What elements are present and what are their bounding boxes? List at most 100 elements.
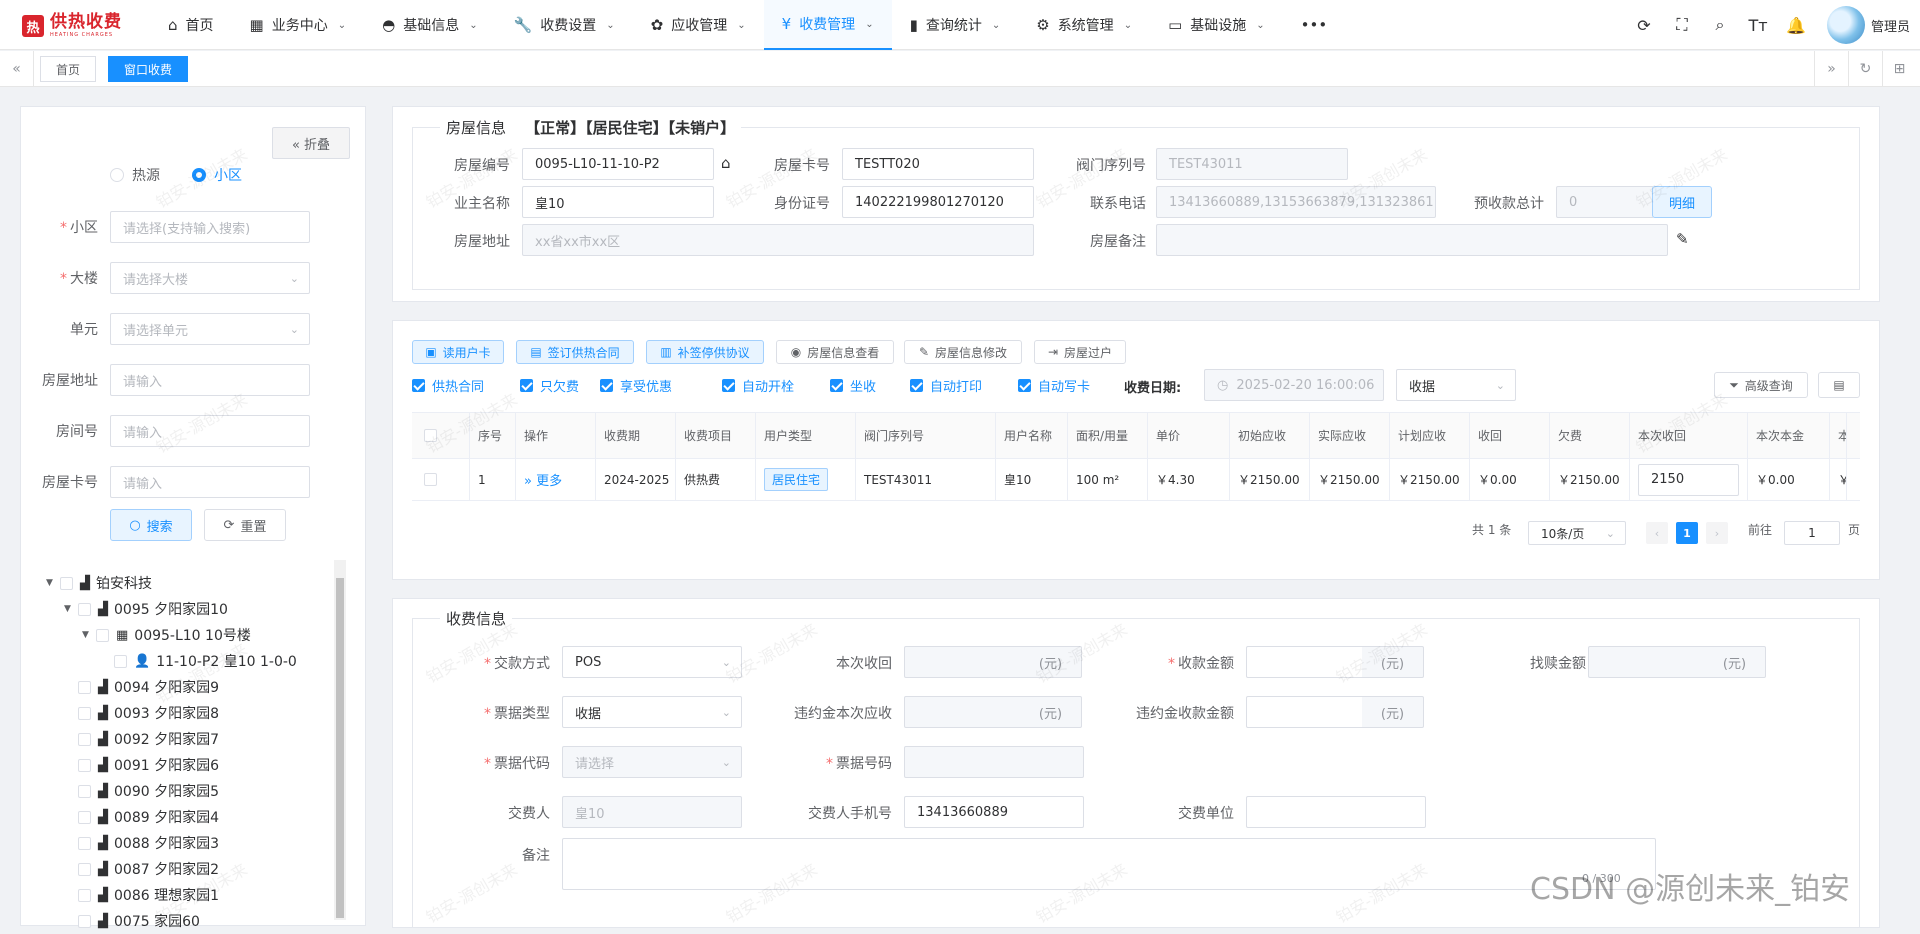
bill-code-select[interactable]: 请选择 ⌄ bbox=[562, 746, 742, 778]
radio-circle[interactable] bbox=[110, 168, 124, 182]
nav-item-4[interactable]: ✿ 应收管理 ⌄ bbox=[633, 0, 764, 50]
caret-down-icon[interactable]: ▼ bbox=[64, 604, 78, 614]
tree-node[interactable]: ▼ ▦ 0095-L10 10号楼 bbox=[82, 622, 251, 648]
filter-input-5[interactable]: 请输入 bbox=[110, 466, 310, 498]
filter-input-4[interactable]: 请输入 bbox=[110, 415, 310, 447]
bill-type-select[interactable]: 收据 ⌄ bbox=[562, 696, 742, 728]
tree-checkbox[interactable] bbox=[78, 758, 91, 772]
page-size-select[interactable]: 10条/页 ⌄ bbox=[1528, 521, 1626, 545]
next-page-button[interactable]: › bbox=[1706, 522, 1728, 544]
checkbox-option[interactable]: 享受优惠 bbox=[600, 376, 672, 395]
tree-node[interactable]: ▟ 0086 理想家园1 bbox=[64, 882, 219, 908]
tree-checkbox[interactable] bbox=[78, 706, 91, 720]
checkbox-checked[interactable] bbox=[910, 379, 923, 392]
fullscreen-icon[interactable]: ⛶ bbox=[1663, 15, 1701, 35]
goto-page-input[interactable]: 1 bbox=[1784, 521, 1840, 545]
page-1-button[interactable]: 1 bbox=[1676, 522, 1698, 544]
tree-checkbox[interactable] bbox=[96, 628, 109, 642]
filter-input-1[interactable]: 请选择大楼 ⌄ bbox=[110, 262, 310, 294]
checkbox-checked[interactable] bbox=[520, 379, 533, 392]
payer-phone-input[interactable]: 13413660889 bbox=[904, 796, 1084, 828]
select-all-checkbox[interactable] bbox=[424, 429, 437, 442]
view-house-button[interactable]: ◉ 房屋信息查看 bbox=[776, 340, 894, 364]
tree-node[interactable]: ▟ 0089 夕阳家园4 bbox=[64, 804, 219, 830]
table-cell[interactable] bbox=[412, 459, 470, 500]
radio-community[interactable]: 小区 bbox=[192, 165, 242, 185]
checkbox-checked[interactable] bbox=[1018, 379, 1031, 392]
tree-checkbox[interactable] bbox=[78, 810, 91, 824]
tree-node[interactable]: ▟ 0091 夕阳家园6 bbox=[64, 752, 219, 778]
transfer-house-button[interactable]: ⇥ 房屋过户 bbox=[1034, 340, 1126, 364]
nav-item-6[interactable]: ▮ 查询统计 ⌄ bbox=[892, 0, 1019, 50]
nav-item-1[interactable]: ▦ 业务中心 ⌄ bbox=[232, 0, 365, 50]
edit-house-button[interactable]: ✎ 房屋信息修改 bbox=[904, 340, 1022, 364]
sign-contract-button[interactable]: ▤ 签订供热合同 bbox=[516, 340, 634, 364]
tree-node[interactable]: ▟ 0087 夕阳家园2 bbox=[64, 856, 219, 882]
filter-input-2[interactable]: 请选择单元 ⌄ bbox=[110, 313, 310, 345]
checkbox-checked[interactable] bbox=[600, 379, 613, 392]
logo[interactable]: 热 供热收费 HEATING CHARGES bbox=[22, 14, 122, 38]
house-search-icon[interactable]: ⌂ bbox=[721, 154, 731, 172]
tree-node[interactable]: ▟ 0090 夕阳家园5 bbox=[64, 778, 219, 804]
house-no-field[interactable]: 0095-L10-11-10-P2 bbox=[522, 148, 714, 180]
tree-scroll-thumb[interactable] bbox=[336, 578, 344, 918]
checkbox-option[interactable]: 自动打印 bbox=[910, 376, 982, 395]
tree-node[interactable]: ▼ ▟ 0095 夕阳家园10 bbox=[64, 596, 228, 622]
tree-node[interactable]: 👤 11-10-P2 皇10 1-0-0 bbox=[100, 648, 297, 674]
pay-method-select[interactable]: POS ⌄ bbox=[562, 646, 742, 678]
note-textarea[interactable] bbox=[562, 838, 1656, 890]
tree-checkbox[interactable] bbox=[78, 914, 91, 928]
receive-amount-input[interactable] bbox=[1246, 646, 1364, 678]
charge-date-field[interactable]: ◷ 2025-02-20 16:00:06 bbox=[1204, 369, 1384, 401]
row-checkbox[interactable] bbox=[424, 473, 437, 486]
bell-icon[interactable]: 🔔 bbox=[1777, 16, 1815, 35]
font-size-icon[interactable]: Tт bbox=[1739, 16, 1777, 35]
scroll-right-icon[interactable]: » bbox=[1814, 51, 1848, 87]
nav-item-5[interactable]: ¥ 收费管理 ⌄ bbox=[763, 0, 892, 50]
nav-item-8[interactable]: ▭ 基础设施 ⌄ bbox=[1150, 0, 1283, 50]
user-name[interactable]: 管理员 bbox=[1871, 16, 1910, 35]
tree-checkbox[interactable] bbox=[78, 862, 91, 876]
checkbox-option[interactable]: 自动开栓 bbox=[722, 376, 794, 395]
table-row[interactable]: 1 » 更多 2024-2025 供热费 居民住宅 TEST43011 皇10 100 m² ￥… bbox=[412, 459, 1860, 501]
owner-field[interactable]: 皇10 bbox=[522, 186, 714, 218]
table-cell[interactable]: 2150 bbox=[1630, 459, 1748, 500]
nav-item-0[interactable]: ⌂ 首页 bbox=[150, 0, 232, 50]
tag-window-charge[interactable]: 窗口收费 bbox=[108, 56, 189, 82]
tab-menu-icon[interactable]: ⊞ bbox=[1882, 51, 1916, 87]
prepay-detail-button[interactable]: 明细 bbox=[1652, 186, 1712, 218]
scroll-left-icon[interactable]: « bbox=[0, 51, 34, 87]
filter-input-3[interactable]: 请输入 bbox=[110, 364, 310, 396]
search-icon[interactable]: ⌕ bbox=[1701, 15, 1739, 35]
tree-node[interactable]: ▟ 0088 夕阳家园3 bbox=[64, 830, 219, 856]
reset-button[interactable]: ⟳ 重置 bbox=[204, 509, 286, 541]
tree-node[interactable]: ▼ ▟ 铂安科技 bbox=[46, 570, 152, 596]
tree-node[interactable]: ▟ 0075 家园60 bbox=[64, 908, 200, 934]
search-button[interactable]: ○ 搜索 bbox=[110, 509, 192, 541]
caret-down-icon[interactable]: ▼ bbox=[46, 578, 60, 588]
tree-checkbox[interactable] bbox=[78, 732, 91, 746]
tree-node[interactable]: ▟ 0094 夕阳家园9 bbox=[64, 674, 219, 700]
checkbox-option[interactable]: 只欠费 bbox=[520, 376, 579, 395]
collapse-button[interactable]: « 折叠 bbox=[272, 127, 350, 159]
column-settings-button[interactable]: ▤ bbox=[1818, 372, 1860, 398]
filter-input-0[interactable]: 请选择(支持输入搜索) bbox=[110, 211, 310, 243]
penalty-receive-input[interactable] bbox=[1246, 696, 1364, 728]
nav-item-7[interactable]: ⚙ 系统管理 ⌄ bbox=[1018, 0, 1150, 50]
checkbox-option[interactable]: 供热合同 bbox=[412, 376, 484, 395]
tree-node[interactable]: ▟ 0092 夕阳家园7 bbox=[64, 726, 219, 752]
avatar[interactable] bbox=[1826, 6, 1865, 44]
id-field[interactable]: 140222199801270120 bbox=[842, 186, 1034, 218]
read-card-button[interactable]: ▣ 读用户卡 bbox=[412, 340, 504, 364]
tree-checkbox[interactable] bbox=[78, 836, 91, 850]
tree-checkbox[interactable] bbox=[114, 654, 127, 668]
nav-item-9[interactable]: ••• bbox=[1283, 0, 1354, 50]
edit-icon[interactable]: ✎ bbox=[1676, 230, 1689, 248]
radio-heat-source[interactable]: 热源 bbox=[110, 165, 160, 185]
tree-checkbox[interactable] bbox=[60, 576, 73, 590]
checkbox-checked[interactable] bbox=[412, 379, 425, 392]
payer-unit-input[interactable] bbox=[1246, 796, 1426, 828]
tree-scrollbar[interactable] bbox=[334, 560, 346, 920]
nav-item-2[interactable]: ◓ 基础信息 ⌄ bbox=[364, 0, 495, 50]
checkbox-checked[interactable] bbox=[722, 379, 735, 392]
